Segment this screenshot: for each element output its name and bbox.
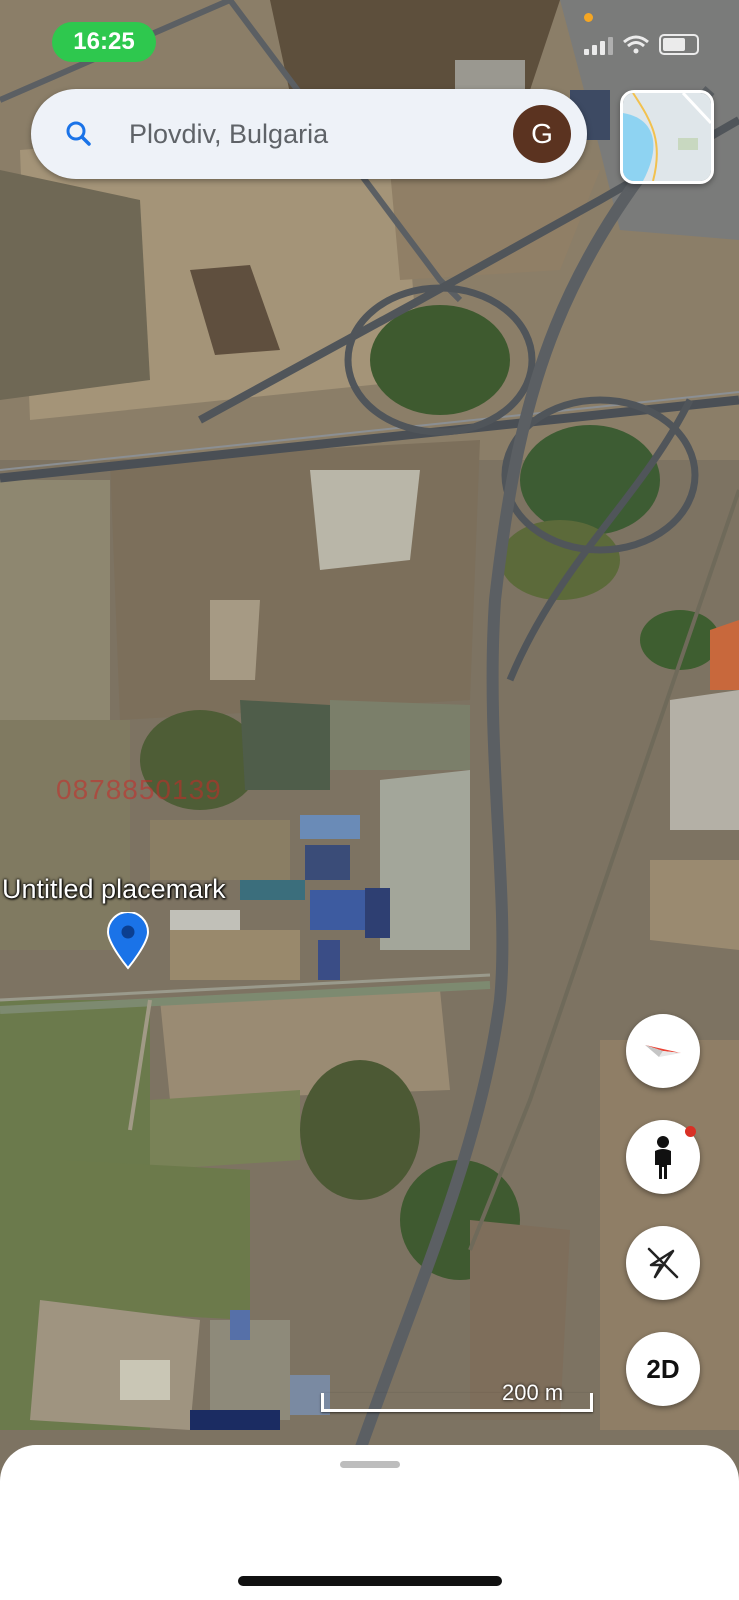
compass-icon: [645, 1045, 681, 1057]
street-view-notification-dot: [685, 1126, 696, 1137]
phone-watermark: 0878850139: [56, 774, 222, 805]
search-icon[interactable]: [61, 116, 97, 152]
placemark-label[interactable]: Untitled placemark: [2, 874, 226, 905]
my-location-button[interactable]: [626, 1226, 700, 1300]
street-view-button[interactable]: [626, 1120, 700, 1194]
account-avatar[interactable]: G: [513, 105, 571, 163]
placemark-pin-icon[interactable]: [106, 912, 150, 970]
view-mode-label: 2D: [646, 1353, 680, 1384]
sheet-drag-handle[interactable]: [340, 1461, 400, 1468]
search-input[interactable]: Plovdiv, Bulgaria: [129, 89, 328, 179]
bottom-sheet[interactable]: [0, 1445, 739, 1600]
status-icons: [584, 34, 699, 55]
pegman-icon: [655, 1136, 671, 1179]
map-layers-thumbnail[interactable]: [620, 90, 714, 184]
privacy-indicator-dot: [584, 13, 593, 22]
cellular-signal-icon: [584, 35, 613, 55]
compass-button[interactable]: [626, 1014, 700, 1088]
search-bar[interactable]: Plovdiv, Bulgaria G: [31, 89, 587, 179]
location-off-icon: [647, 1247, 679, 1279]
home-indicator[interactable]: [238, 1576, 502, 1586]
map-screen: 16:25 Plovdiv, Bulgaria G 0878850139 Unt…: [0, 0, 739, 1600]
view-mode-toggle[interactable]: 2D: [626, 1332, 700, 1406]
battery-icon: [659, 34, 699, 55]
wifi-icon: [623, 35, 649, 53]
scale-bar: [321, 1393, 593, 1412]
status-time: 16:25: [52, 22, 156, 62]
